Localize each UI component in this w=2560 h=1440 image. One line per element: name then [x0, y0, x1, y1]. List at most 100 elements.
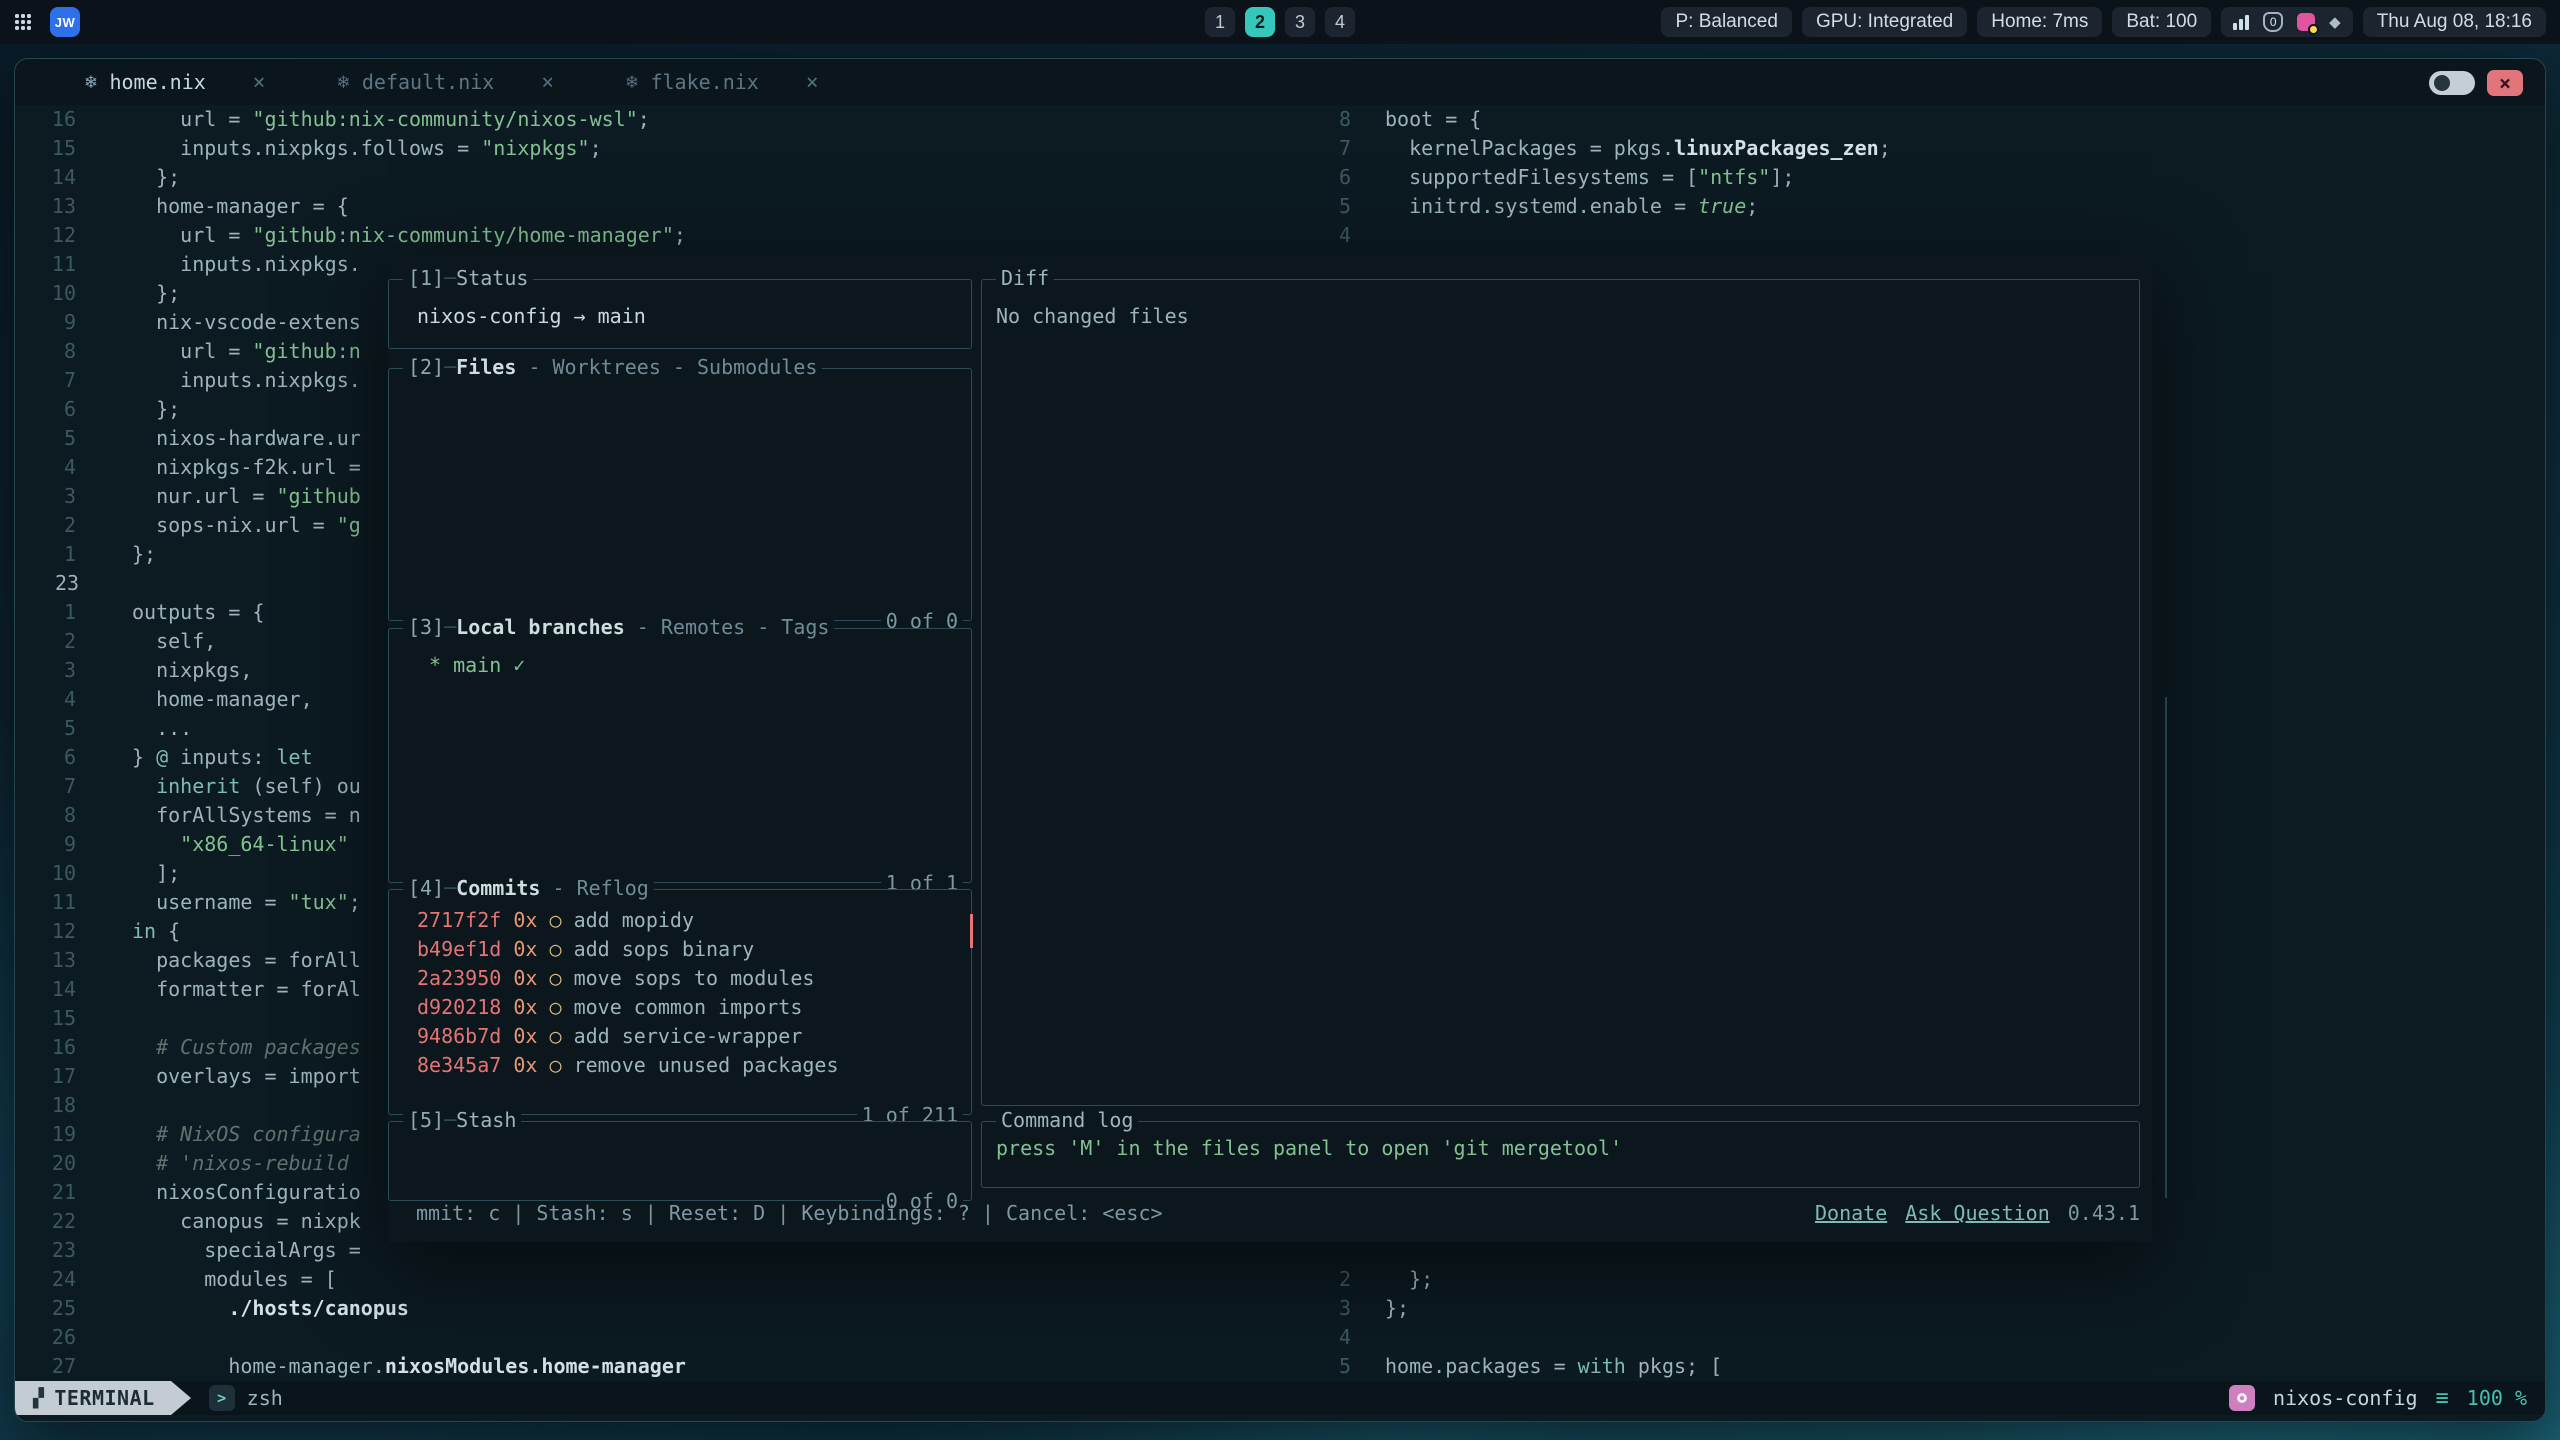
shield-icon[interactable]: 0	[2263, 12, 2283, 32]
commit-graph-node: ○	[549, 966, 561, 990]
commit-row[interactable]: 8e345a7 0x ○ remove unused packages	[417, 1051, 959, 1080]
tab-flake.nix[interactable]: ❄flake.nix×	[626, 70, 818, 94]
line-number: 8	[15, 337, 76, 366]
commit-author: 0x	[513, 966, 537, 990]
code-text: kernelPackages = pkgs.linuxPackages_zen;	[1351, 134, 1891, 163]
tab-label: flake.nix	[650, 70, 758, 94]
lazygit-commits-panel[interactable]: [4]─Commits - Reflog 2717f2f 0x ○ add mo…	[388, 889, 972, 1115]
workspace-3[interactable]: 3	[1285, 7, 1315, 37]
commit-row[interactable]: 2a23950 0x ○ move sops to modules	[417, 964, 959, 993]
line-number: 21	[15, 1178, 76, 1207]
module-power-profile[interactable]: P: Balanced	[1661, 7, 1791, 37]
code-text: nixpkgs,	[76, 656, 252, 685]
code-text: forAllSystems = n	[76, 801, 361, 830]
line-number: 6	[15, 743, 76, 772]
commit-graph-node: ○	[549, 1024, 561, 1048]
code-text: nur.url = "github	[76, 482, 361, 511]
code-text: url = "github:n	[76, 337, 361, 366]
color-dot-icon	[2308, 24, 2319, 35]
commit-row[interactable]: 2717f2f 0x ○ add mopidy	[417, 906, 959, 935]
commit-hash: 2717f2f	[417, 908, 501, 932]
screen: JW 1234 P: BalancedGPU: IntegratedHome: …	[0, 0, 2560, 1440]
code-line: 15 inputs.nixpkgs.follows = "nixpkgs";	[15, 134, 1279, 163]
line-number: 11	[15, 250, 76, 279]
code-text: initrd.systemd.enable = true;	[1351, 192, 1758, 221]
code-line: 13 home-manager = {	[15, 192, 1279, 221]
donate-link[interactable]: Donate	[1815, 1201, 1887, 1225]
code-text	[76, 1091, 132, 1120]
line-number: 14	[15, 163, 76, 192]
system-tray[interactable]: 0 ◆	[2221, 7, 2353, 37]
pane-right-bottom[interactable]: 2 };3};45home.packages = with pkgs; [	[1290, 1265, 2540, 1381]
code-line: 14 };	[15, 163, 1279, 192]
tray-misc-icon[interactable]: ◆	[2329, 13, 2341, 31]
clock[interactable]: Thu Aug 08, 18:16	[2363, 7, 2546, 37]
code-text	[79, 569, 135, 598]
module-ping[interactable]: Home: 7ms	[1977, 7, 2102, 37]
line-number: 6	[1290, 163, 1351, 192]
command-log-content: press 'M' in the files panel to open 'gi…	[982, 1122, 2139, 1163]
scrollbar-thumb[interactable]	[2165, 697, 2167, 1198]
topbar-modules: P: Balanced GPU: Integrated Home: 7ms Bat: …	[1661, 7, 2211, 37]
workspace-2[interactable]: 2	[1245, 7, 1275, 37]
workspace-4[interactable]: 4	[1325, 7, 1355, 37]
code-text: sops-nix.url = "g	[76, 511, 361, 540]
statusline: ▞ TERMINAL > zsh nixos-config ≡ 100 %	[15, 1381, 2545, 1415]
code-text: };	[1351, 1294, 1409, 1323]
lazygit-status-panel[interactable]: [1]─Status nixos-config → main	[388, 279, 972, 349]
pane-right-top[interactable]: 8boot = {7 kernelPackages = pkgs.linuxPa…	[1290, 105, 2540, 250]
code-text	[76, 1004, 132, 1033]
code-text: ];	[76, 859, 180, 888]
workspace-1[interactable]: 1	[1205, 7, 1235, 37]
repo-name: nixos-config	[2273, 1386, 2418, 1410]
lazygit-stash-panel[interactable]: [5]─Stash 0 of 0	[388, 1121, 972, 1201]
panel-title: [5]─Stash	[403, 1108, 521, 1132]
line-number: 22	[15, 1207, 76, 1236]
color-picker-icon[interactable]	[2297, 13, 2315, 31]
app-grid-icon[interactable]	[14, 13, 32, 31]
code-text: nixosConfiguratio	[76, 1178, 361, 1207]
line-number: 20	[15, 1149, 76, 1178]
window-close-button[interactable]: ×	[2487, 70, 2523, 96]
ask-question-link[interactable]: Ask Question	[1905, 1201, 2050, 1225]
line-number: 2	[15, 511, 76, 540]
tab-close-icon[interactable]: ×	[253, 70, 266, 94]
line-number: 9	[15, 308, 76, 337]
lazygit-branches-panel[interactable]: [3]─Local branches - Remotes - Tags * ma…	[388, 628, 972, 883]
line-number: 4	[15, 685, 76, 714]
commit-hash: 8e345a7	[417, 1053, 501, 1077]
code-line: 4	[1290, 221, 2540, 250]
line-number: 19	[15, 1120, 76, 1149]
commit-row[interactable]: d920218 0x ○ move common imports	[417, 993, 959, 1022]
tab-close-icon[interactable]: ×	[541, 70, 554, 94]
commit-author: 0x	[513, 1053, 537, 1077]
module-battery[interactable]: Bat: 100	[2112, 7, 2211, 37]
commit-row[interactable]: 9486b7d 0x ○ add service-wrapper	[417, 1022, 959, 1051]
tab-label: default.nix	[362, 70, 494, 94]
code-line: 6 supportedFilesystems = ["ntfs"];	[1290, 163, 2540, 192]
line-number: 5	[1290, 192, 1351, 221]
commit-hash: d920218	[417, 995, 501, 1019]
commits-scrollbar[interactable]	[970, 914, 973, 948]
commit-author: 0x	[513, 937, 537, 961]
pin-toggle[interactable]	[2429, 71, 2475, 95]
line-number: 5	[15, 714, 76, 743]
commit-row[interactable]: b49ef1d 0x ○ add sops binary	[417, 935, 959, 964]
code-text: # NixOS configura	[76, 1120, 361, 1149]
shell-indicator: > zsh	[209, 1385, 283, 1411]
tab-home.nix[interactable]: ❄home.nix×	[85, 70, 265, 94]
lazygit-diff-panel[interactable]: Diff No changed files	[981, 279, 2140, 1106]
module-gpu[interactable]: GPU: Integrated	[1802, 7, 1967, 37]
tab-default.nix[interactable]: ❄default.nix×	[337, 70, 554, 94]
lazygit-command-log-panel[interactable]: Command log press 'M' in the files panel…	[981, 1121, 2140, 1188]
network-signal-icon[interactable]	[2233, 14, 2249, 30]
line-number: 27	[15, 1352, 76, 1381]
commit-message: add mopidy	[574, 908, 694, 932]
tab-close-icon[interactable]: ×	[806, 70, 819, 94]
lazygit-version: 0.43.1	[2068, 1201, 2140, 1225]
code-text: supportedFilesystems = ["ntfs"];	[1351, 163, 1794, 192]
code-line: 5 initrd.systemd.enable = true;	[1290, 192, 2540, 221]
launcher-icon[interactable]: JW	[50, 7, 80, 37]
line-number: 15	[15, 134, 76, 163]
lazygit-files-panel[interactable]: [2]─Files - Worktrees - Submodules 0 of …	[388, 368, 972, 621]
